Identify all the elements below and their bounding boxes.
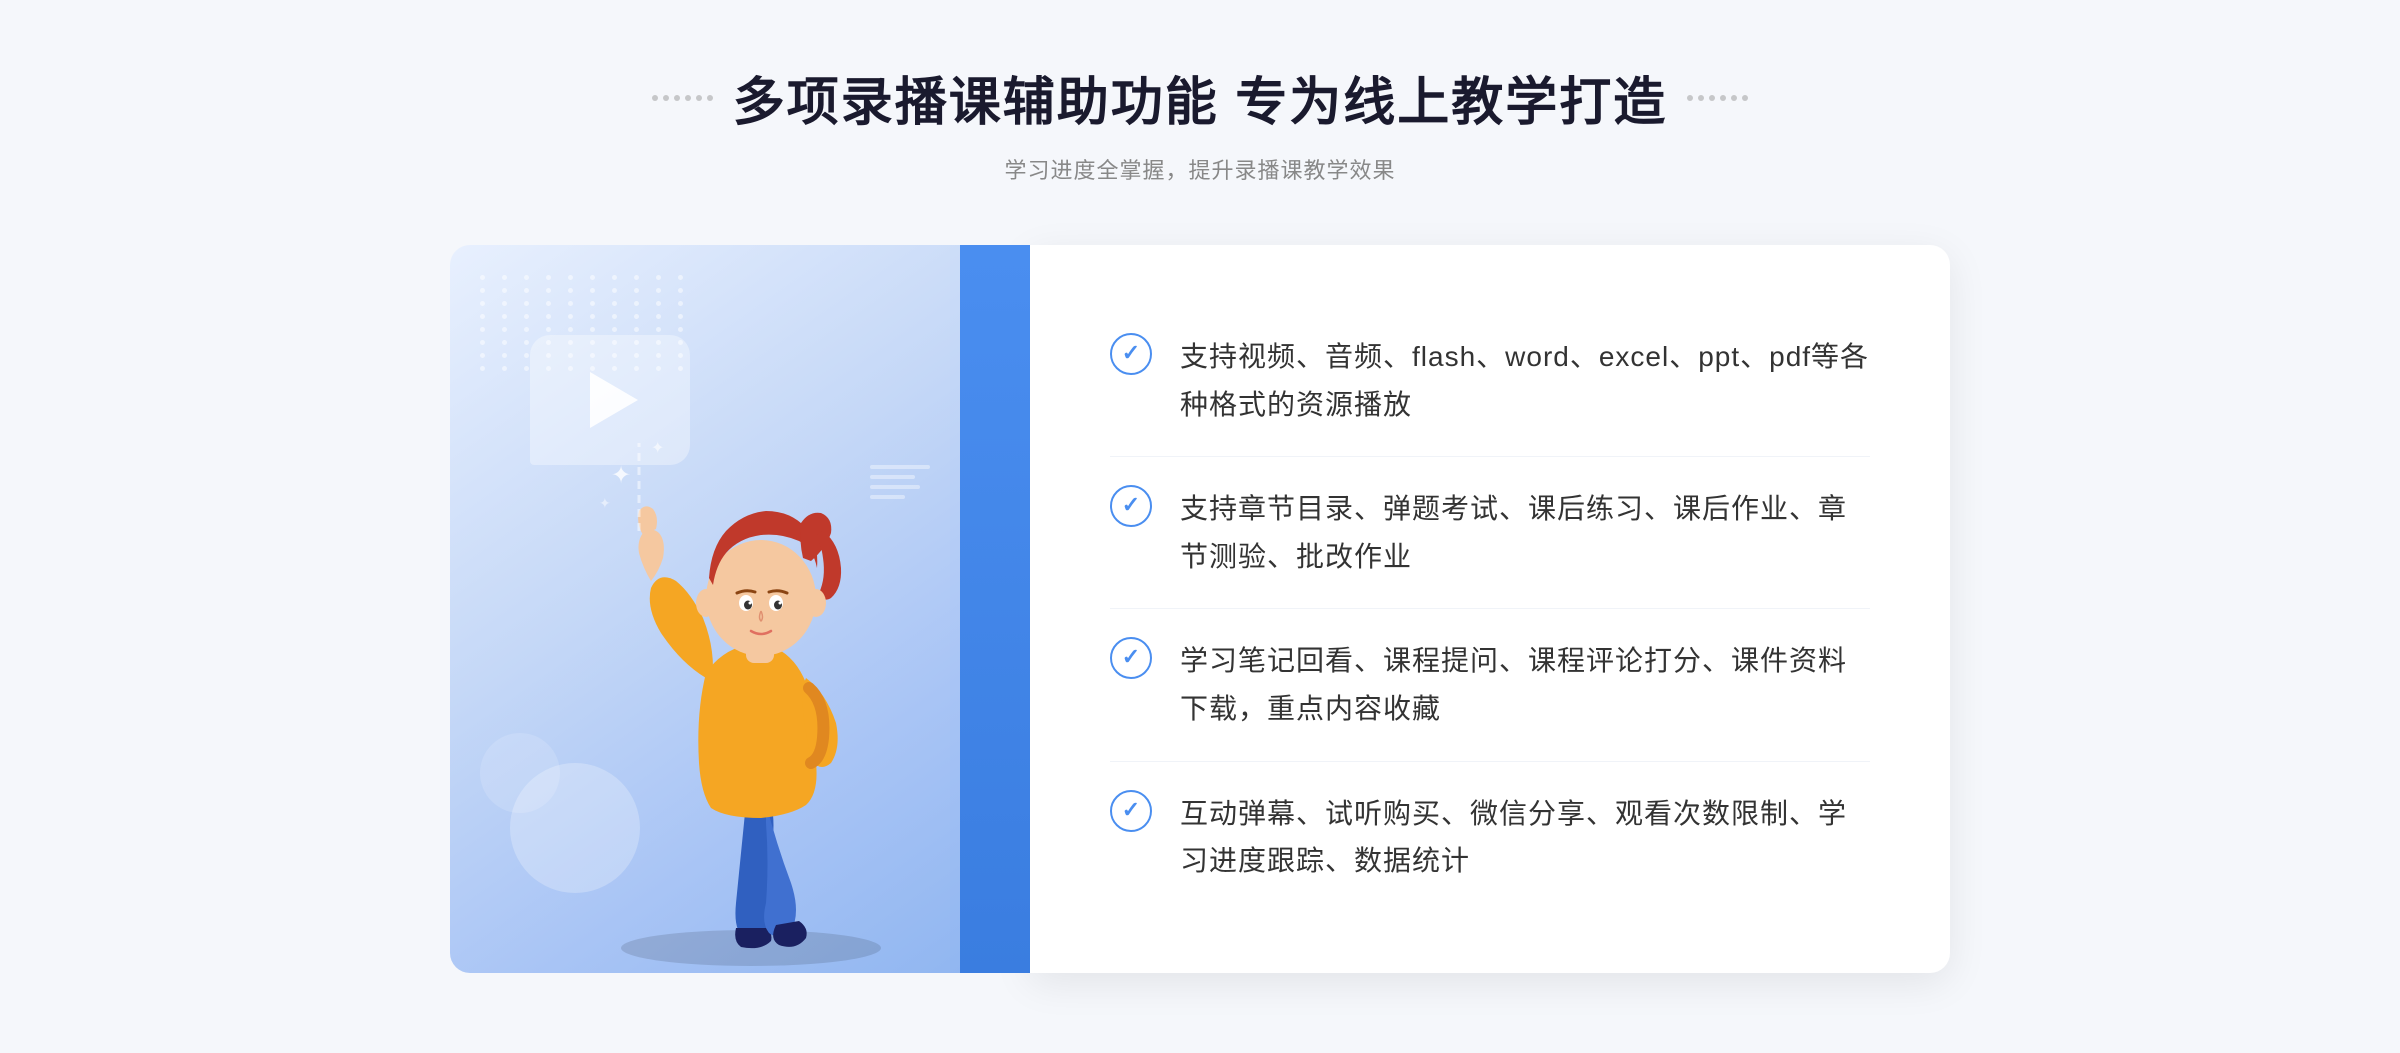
- header-section: 多项录播课辅助功能 专为线上教学打造 学习进度全掌握，提升录播课教学效果: [0, 60, 2400, 185]
- subtitle: 学习进度全掌握，提升录播课教学效果: [1004, 153, 1395, 185]
- main-content: ✦ ✦ ✦ ✓ 支持视频、音频、flash、word、excel、ppt、pdf…: [450, 245, 1950, 973]
- feature-item-1: ✓ 支持视频、音频、flash、word、excel、ppt、pdf等各种格式的…: [1110, 305, 1870, 457]
- svg-text:✦: ✦: [611, 462, 631, 489]
- main-title: 多项录播课辅助功能 专为线上教学打造: [733, 60, 1667, 135]
- svg-text:✦: ✦: [599, 495, 611, 511]
- check-icon-3: ✓: [1110, 637, 1152, 679]
- feature-item-4: ✓ 互动弹幕、试听购买、微信分享、观看次数限制、学习进度跟踪、数据统计: [1110, 762, 1870, 913]
- feature-item-3: ✓ 学习笔记回看、课程提问、课程评论打分、课件资料下载，重点内容收藏: [1110, 609, 1870, 761]
- feature-text-3: 学习笔记回看、课程提问、课程评论打分、课件资料下载，重点内容收藏: [1180, 637, 1870, 732]
- title-row: 多项录播课辅助功能 专为线上教学打造: [652, 60, 1748, 135]
- feature-item-2: ✓ 支持章节目录、弹题考试、课后练习、课后作业、章节测验、批改作业: [1110, 457, 1870, 609]
- left-illustration-panel: ✦ ✦ ✦: [450, 245, 1030, 973]
- left-title-dots: [652, 95, 713, 101]
- check-icon-4: ✓: [1110, 790, 1152, 832]
- svg-text:✦: ✦: [651, 440, 664, 457]
- check-icon-2: ✓: [1110, 485, 1152, 527]
- circle-deco-small: [480, 733, 560, 813]
- feature-text-1: 支持视频、音频、flash、word、excel、ppt、pdf等各种格式的资源…: [1180, 333, 1870, 428]
- check-icon-1: ✓: [1110, 333, 1152, 375]
- feature-text-2: 支持章节目录、弹题考试、课后练习、课后作业、章节测验、批改作业: [1180, 485, 1870, 580]
- right-features-panel: ✓ 支持视频、音频、flash、word、excel、ppt、pdf等各种格式的…: [1030, 245, 1950, 973]
- page-wrapper: 多项录播课辅助功能 专为线上教学打造 学习进度全掌握，提升录播课教学效果 (fu…: [0, 0, 2400, 1053]
- character-illustration: ✦ ✦ ✦: [551, 393, 971, 973]
- right-title-dots: [1687, 95, 1748, 101]
- feature-text-4: 互动弹幕、试听购买、微信分享、观看次数限制、学习进度跟踪、数据统计: [1180, 790, 1870, 885]
